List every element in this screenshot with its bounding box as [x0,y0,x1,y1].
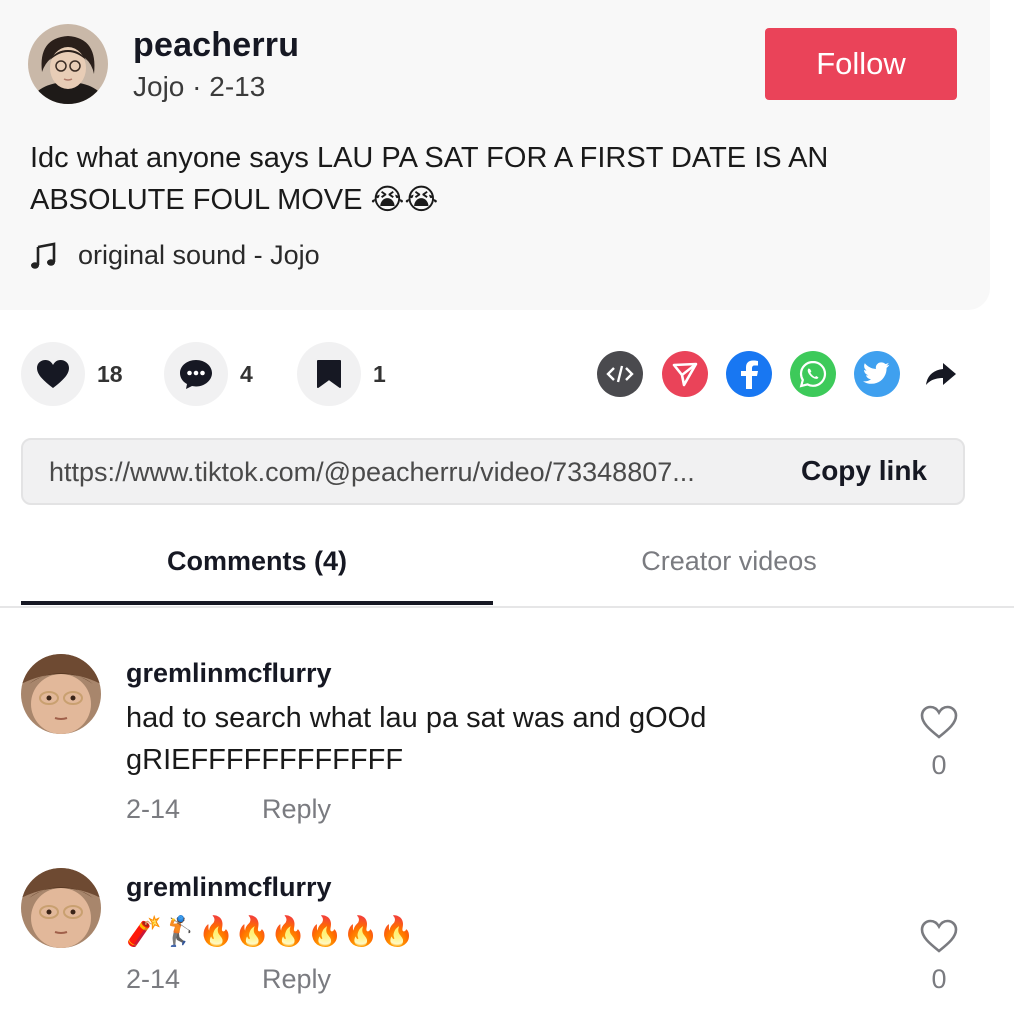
like-action[interactable]: 18 [21,342,123,406]
follow-button[interactable]: Follow [765,28,957,100]
post-caption: Idc what anyone says LAU PA SAT FOR A FI… [30,142,829,216]
comment-date: 2-14 [126,964,181,994]
tab-comments[interactable]: Comments (4) [21,546,493,577]
post-header-card: peacherru Jojo · 2-13 Follow Idc what an… [0,0,990,310]
music-note-icon [31,241,56,269]
copy-link-button[interactable]: Copy link [801,455,927,487]
comment-action[interactable]: 4 [164,342,253,406]
embed-icon[interactable] [597,351,643,397]
share-arrow-icon[interactable] [918,351,964,397]
facebook-icon[interactable] [726,351,772,397]
reply-button[interactable]: Reply [262,964,331,995]
copy-link-box: https://www.tiktok.com/@peacherru/video/… [21,438,965,505]
comment-username[interactable]: gremlinmcflurry [126,872,332,903]
comment-like-count: 0 [931,750,947,780]
commenter-avatar[interactable] [21,868,101,948]
author-username[interactable]: peacherru [133,26,299,65]
whatsapp-icon[interactable] [790,351,836,397]
author-avatar[interactable] [28,24,108,104]
bookmark-icon [317,360,341,388]
like-button[interactable] [21,342,85,406]
comment-text: 🧨🏌🔥🔥🔥🔥🔥🔥 [126,916,415,948]
comment-like-count: 0 [931,964,947,994]
tabs-divider [0,606,1014,608]
save-action[interactable]: 1 [297,342,386,406]
like-count: 18 [97,360,123,387]
comment-count: 4 [240,360,253,387]
active-tab-indicator [21,601,493,605]
sound-link[interactable]: original sound - Jojo [30,240,320,271]
heart-outline-icon[interactable] [919,918,959,954]
heart-outline-icon[interactable] [919,704,959,740]
commenter-avatar[interactable] [21,654,101,734]
save-button[interactable] [297,342,361,406]
save-count: 1 [373,360,386,387]
sound-label: original sound - Jojo [78,240,320,270]
twitter-icon[interactable] [854,351,900,397]
comment-bubble-icon [180,360,212,389]
tab-creator-videos[interactable]: Creator videos [493,546,965,577]
comment-text: had to search what lau pa sat was and gO… [126,702,707,776]
comment-date: 2-14 [126,794,181,824]
send-icon[interactable] [662,351,708,397]
author-subline: Jojo · 2-13 [133,71,266,102]
heart-icon [37,360,69,388]
comment-button[interactable] [164,342,228,406]
video-url[interactable]: https://www.tiktok.com/@peacherru/video/… [49,457,769,488]
reply-button[interactable]: Reply [262,794,331,825]
comment-username[interactable]: gremlinmcflurry [126,658,332,689]
